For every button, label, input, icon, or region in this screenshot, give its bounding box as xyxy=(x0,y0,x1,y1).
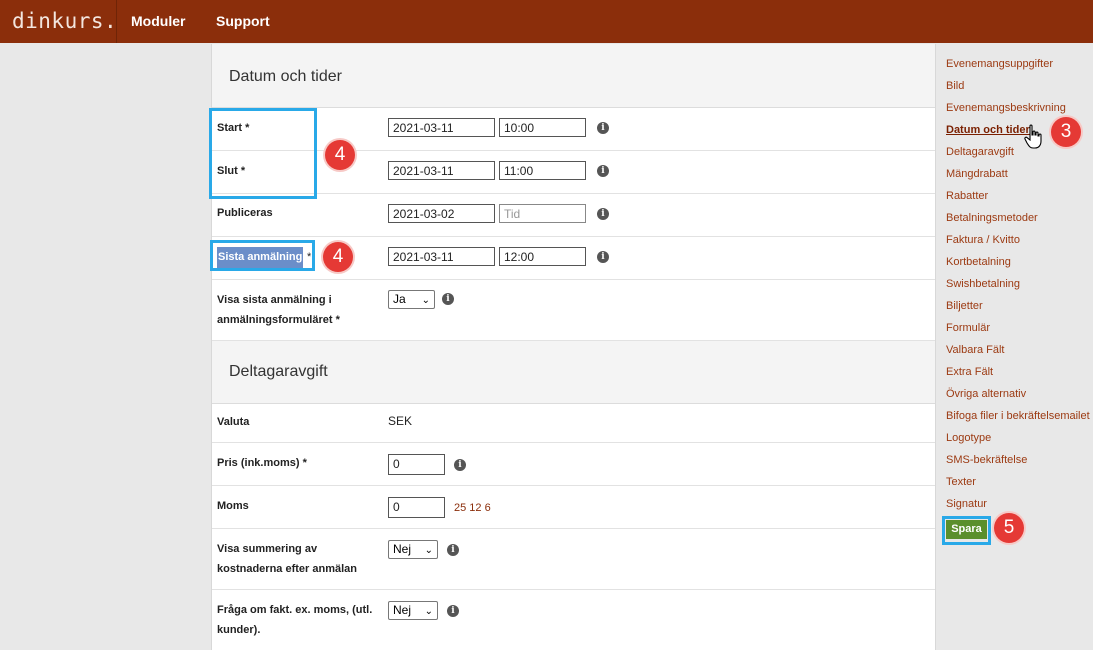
start-date-input[interactable]: 2021-03-11 xyxy=(388,118,495,137)
select-value: Ja xyxy=(393,292,406,306)
info-icon[interactable]: i xyxy=(454,459,466,471)
label-visa-sista-line1: Visa sista anmälning i xyxy=(217,294,332,306)
highlight-box-start-slut xyxy=(209,108,317,199)
nav-moduler[interactable]: Moduler xyxy=(131,13,185,29)
sidebar-item-biljetter[interactable]: Biljetter xyxy=(946,300,983,312)
sidebar-item-logotype[interactable]: Logotype xyxy=(946,432,991,444)
form-panel: Datum och tider Start * 2021-03-11 10:00… xyxy=(211,44,936,650)
label-valuta: Valuta xyxy=(217,416,250,428)
highlight-box-sista xyxy=(210,240,315,271)
fraga-select[interactable]: Nej ⌄ xyxy=(388,601,438,620)
label-pris: Pris (ink.moms) * xyxy=(217,457,307,469)
step-badge: 3 xyxy=(1051,117,1081,147)
sidebar-item-betalningsmetoder[interactable]: Betalningsmetoder xyxy=(946,212,1038,224)
label-visa-sista-line2: anmälningsformuläret * xyxy=(217,314,340,326)
sidebar-item-valbara-falt[interactable]: Valbara Fält xyxy=(946,344,1005,356)
info-icon[interactable]: i xyxy=(442,293,454,305)
start-time-input[interactable]: 10:00 xyxy=(499,118,586,137)
label-visa-summering-line1: Visa summering av xyxy=(217,543,318,555)
slut-date-input[interactable]: 2021-03-11 xyxy=(388,161,495,180)
sidebar-item-faktura-kvitto[interactable]: Faktura / Kvitto xyxy=(946,234,1020,246)
sidebar-item-mangdrabatt[interactable]: Mängdrabatt xyxy=(946,168,1008,180)
label-publiceras: Publiceras xyxy=(217,207,273,219)
sidebar-item-formular[interactable]: Formulär xyxy=(946,322,990,334)
info-icon[interactable]: i xyxy=(447,605,459,617)
sidebar-item-kortbetalning[interactable]: Kortbetalning xyxy=(946,256,1011,268)
row-visa-sista: Visa sista anmälning i anmälningsformulä… xyxy=(212,280,935,341)
hand-pointer-icon xyxy=(1024,124,1042,149)
step-badge: 4 xyxy=(323,242,353,272)
info-icon[interactable]: i xyxy=(447,544,459,556)
top-navigation-bar: dinkurs. Moduler Support xyxy=(0,0,1093,43)
info-icon[interactable]: i xyxy=(597,122,609,134)
row-publiceras: Publiceras 2021-03-02 Tid i xyxy=(212,194,935,237)
label-fraga-line2: kunder). xyxy=(217,624,261,636)
section-title-datum: Datum och tider xyxy=(229,68,342,85)
publiceras-time-input[interactable]: Tid xyxy=(499,204,586,223)
sidebar-item-bifoga-filer[interactable]: Bifoga filer i bekräftelsemailet xyxy=(946,410,1090,422)
row-slut: Slut * 2021-03-11 11:00 i xyxy=(212,151,935,194)
row-fraga-moms: Fråga om fakt. ex. moms, (utl. kunder). … xyxy=(212,590,935,650)
divider xyxy=(116,0,117,43)
chevron-down-icon: ⌄ xyxy=(421,295,430,306)
info-icon[interactable]: i xyxy=(597,251,609,263)
moms-rate-options[interactable]: 25 12 6 xyxy=(454,502,491,514)
select-value: Nej xyxy=(393,542,412,556)
info-icon[interactable]: i xyxy=(597,208,609,220)
visa-sista-select[interactable]: Ja ⌄ xyxy=(388,290,435,309)
sista-date-input[interactable]: 2021-03-11 xyxy=(388,247,495,266)
dates-section-header: Datum och tider xyxy=(212,44,935,108)
label-fraga-line1: Fråga om fakt. ex. moms, (utl. xyxy=(217,604,373,616)
row-moms: Moms 0 25 12 6 xyxy=(212,486,935,529)
highlight-box-save xyxy=(942,516,991,545)
sidebar-item-bild[interactable]: Bild xyxy=(946,80,964,92)
sidebar-item-evenemangsbeskrivning[interactable]: Evenemangsbeskrivning xyxy=(946,102,1066,114)
label-visa-summering-line2: kostnaderna efter anmälan xyxy=(217,563,357,575)
sidebar-item-sms-bekraftelse[interactable]: SMS-bekräftelse xyxy=(946,454,1027,466)
row-valuta: Valuta SEK xyxy=(212,404,935,443)
row-pris: Pris (ink.moms) * 0 i xyxy=(212,443,935,486)
fee-section-header: Deltagaravgift xyxy=(212,341,935,404)
sidebar-item-datum-och-tider[interactable]: Datum och tider xyxy=(946,124,1030,136)
moms-input[interactable]: 0 xyxy=(388,497,445,518)
sidebar-item-rabatter[interactable]: Rabatter xyxy=(946,190,988,202)
valuta-value: SEK xyxy=(388,414,413,428)
pris-input[interactable]: 0 xyxy=(388,454,445,475)
label-moms: Moms xyxy=(217,500,249,512)
slut-time-input[interactable]: 11:00 xyxy=(499,161,586,180)
publiceras-date-input[interactable]: 2021-03-02 xyxy=(388,204,495,223)
step-badge: 4 xyxy=(325,140,355,170)
select-value: Nej xyxy=(393,603,412,617)
visa-summering-select[interactable]: Nej ⌄ xyxy=(388,540,438,559)
sidebar-item-deltagaravgift[interactable]: Deltagaravgift xyxy=(946,146,1014,158)
nav-support[interactable]: Support xyxy=(216,13,270,29)
sidebar-item-texter[interactable]: Texter xyxy=(946,476,976,488)
info-icon[interactable]: i xyxy=(597,165,609,177)
row-sista-anmalning: Sista anmälning * 2021-03-11 12:00 i xyxy=(212,237,935,280)
sidebar-item-extra-falt[interactable]: Extra Fält xyxy=(946,366,993,378)
sidebar-item-swishbetalning[interactable]: Swishbetalning xyxy=(946,278,1020,290)
section-title-deltagaravgift: Deltagaravgift xyxy=(229,363,328,380)
step-badge: 5 xyxy=(994,513,1024,543)
sidebar-item-signatur[interactable]: Signatur xyxy=(946,498,987,510)
row-start: Start * 2021-03-11 10:00 i xyxy=(212,108,935,151)
chevron-down-icon: ⌄ xyxy=(424,606,433,617)
sidebar-item-evenemangsuppgifter[interactable]: Evenemangsuppgifter xyxy=(946,58,1053,70)
chevron-down-icon: ⌄ xyxy=(424,545,433,556)
dinkurs-logo[interactable]: dinkurs. xyxy=(12,9,117,33)
sista-time-input[interactable]: 12:00 xyxy=(499,247,586,266)
sidebar-item-ovriga-alternativ[interactable]: Övriga alternativ xyxy=(946,388,1026,400)
row-visa-summering: Visa summering av kostnaderna efter anmä… xyxy=(212,529,935,590)
